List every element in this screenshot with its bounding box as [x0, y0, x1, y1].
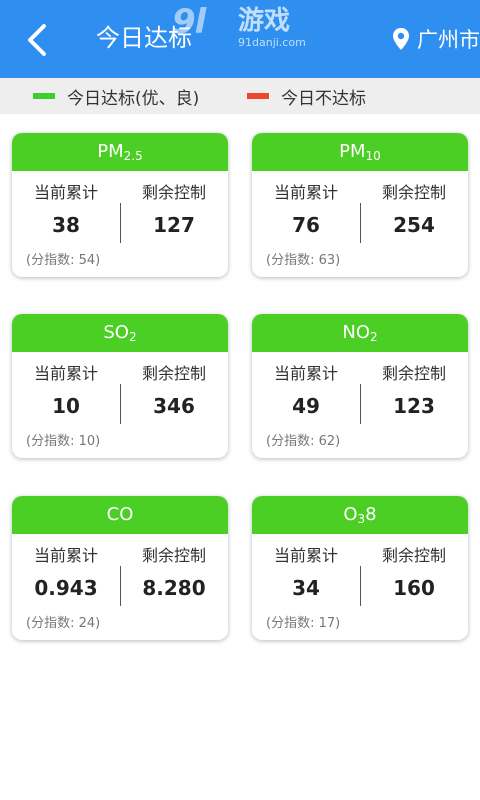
current-label: 当前累计: [33, 364, 98, 383]
current-label: 当前累计: [273, 183, 338, 202]
current-value: 10: [52, 394, 80, 418]
current-label: 当前累计: [273, 546, 338, 565]
remaining-value: 254: [393, 213, 435, 237]
pollutant-card-so2[interactable]: SO2 当前累计 剩余控制 10 346 (分指数: 10): [12, 314, 228, 458]
current-label: 当前累计: [273, 364, 338, 383]
current-label: 当前累计: [33, 546, 98, 565]
chevron-left-icon: [28, 24, 46, 56]
current-label: 当前累计: [33, 183, 98, 202]
pollutant-card-pm25[interactable]: PM2.5 当前累计 剩余控制 38 127 (分指数: 54): [12, 133, 228, 277]
remaining-value: 346: [153, 394, 195, 418]
card-title: PM2.5: [12, 133, 228, 171]
card-title: O38: [252, 496, 468, 534]
legend-label-good: 今日达标(优、良): [67, 88, 200, 109]
remaining-label: 剩余控制: [141, 364, 206, 383]
red-swatch-icon: [247, 93, 269, 99]
current-value: 0.943: [34, 576, 98, 600]
pollutant-card-pm10[interactable]: PM10 当前累计 剩余控制 76 254 (分指数: 63): [252, 133, 468, 277]
pollutant-card-o3-8h[interactable]: O38 当前累计 剩余控制 34 160 (分指数: 17): [252, 496, 468, 640]
sub-index: (分指数: 17): [266, 616, 341, 631]
current-value: 49: [292, 394, 320, 418]
pollutant-card-no2[interactable]: NO2 当前累计 剩余控制 49 123 (分指数: 62): [252, 314, 468, 458]
legend-label-bad: 今日不达标: [281, 88, 366, 109]
green-swatch-icon: [33, 93, 55, 99]
sub-index: (分指数: 10): [26, 434, 101, 449]
remaining-label: 剩余控制: [381, 546, 446, 565]
card-title: CO: [12, 496, 228, 534]
sub-index: (分指数: 24): [26, 616, 101, 631]
location-pin-icon: [393, 28, 409, 50]
card-title: PM10: [252, 133, 468, 171]
current-value: 34: [292, 576, 320, 600]
remaining-value: 127: [153, 213, 195, 237]
remaining-label: 剩余控制: [141, 183, 206, 202]
sub-index: (分指数: 62): [266, 434, 341, 449]
current-value: 38: [52, 213, 80, 237]
legend-item-bad: 今日不达标: [247, 78, 366, 114]
location-selector[interactable]: 广州市: [391, 22, 480, 56]
app-header: 今日达标 9l 游戏 91danji.com 广州市: [0, 0, 480, 78]
card-title: NO2: [252, 314, 468, 352]
pollutant-card-co[interactable]: CO 当前累计 剩余控制 0.943 8.280 (分指数: 24): [12, 496, 228, 640]
back-button[interactable]: [18, 20, 58, 60]
remaining-label: 剩余控制: [381, 364, 446, 383]
sub-index: (分指数: 54): [26, 253, 101, 268]
location-label: 广州市: [417, 28, 480, 52]
card-title: SO2: [12, 314, 228, 352]
remaining-value: 8.280: [142, 576, 206, 600]
current-value: 76: [292, 213, 320, 237]
legend-bar: 今日达标(优、良) 今日不达标: [0, 78, 480, 114]
remaining-label: 剩余控制: [381, 183, 446, 202]
watermark-logo: 9l 游戏 91danji.com: [172, 2, 306, 49]
legend-item-good: 今日达标(优、良): [33, 78, 199, 114]
sub-index: (分指数: 63): [266, 253, 341, 268]
remaining-value: 123: [393, 394, 435, 418]
remaining-value: 160: [393, 576, 435, 600]
remaining-label: 剩余控制: [141, 546, 206, 565]
